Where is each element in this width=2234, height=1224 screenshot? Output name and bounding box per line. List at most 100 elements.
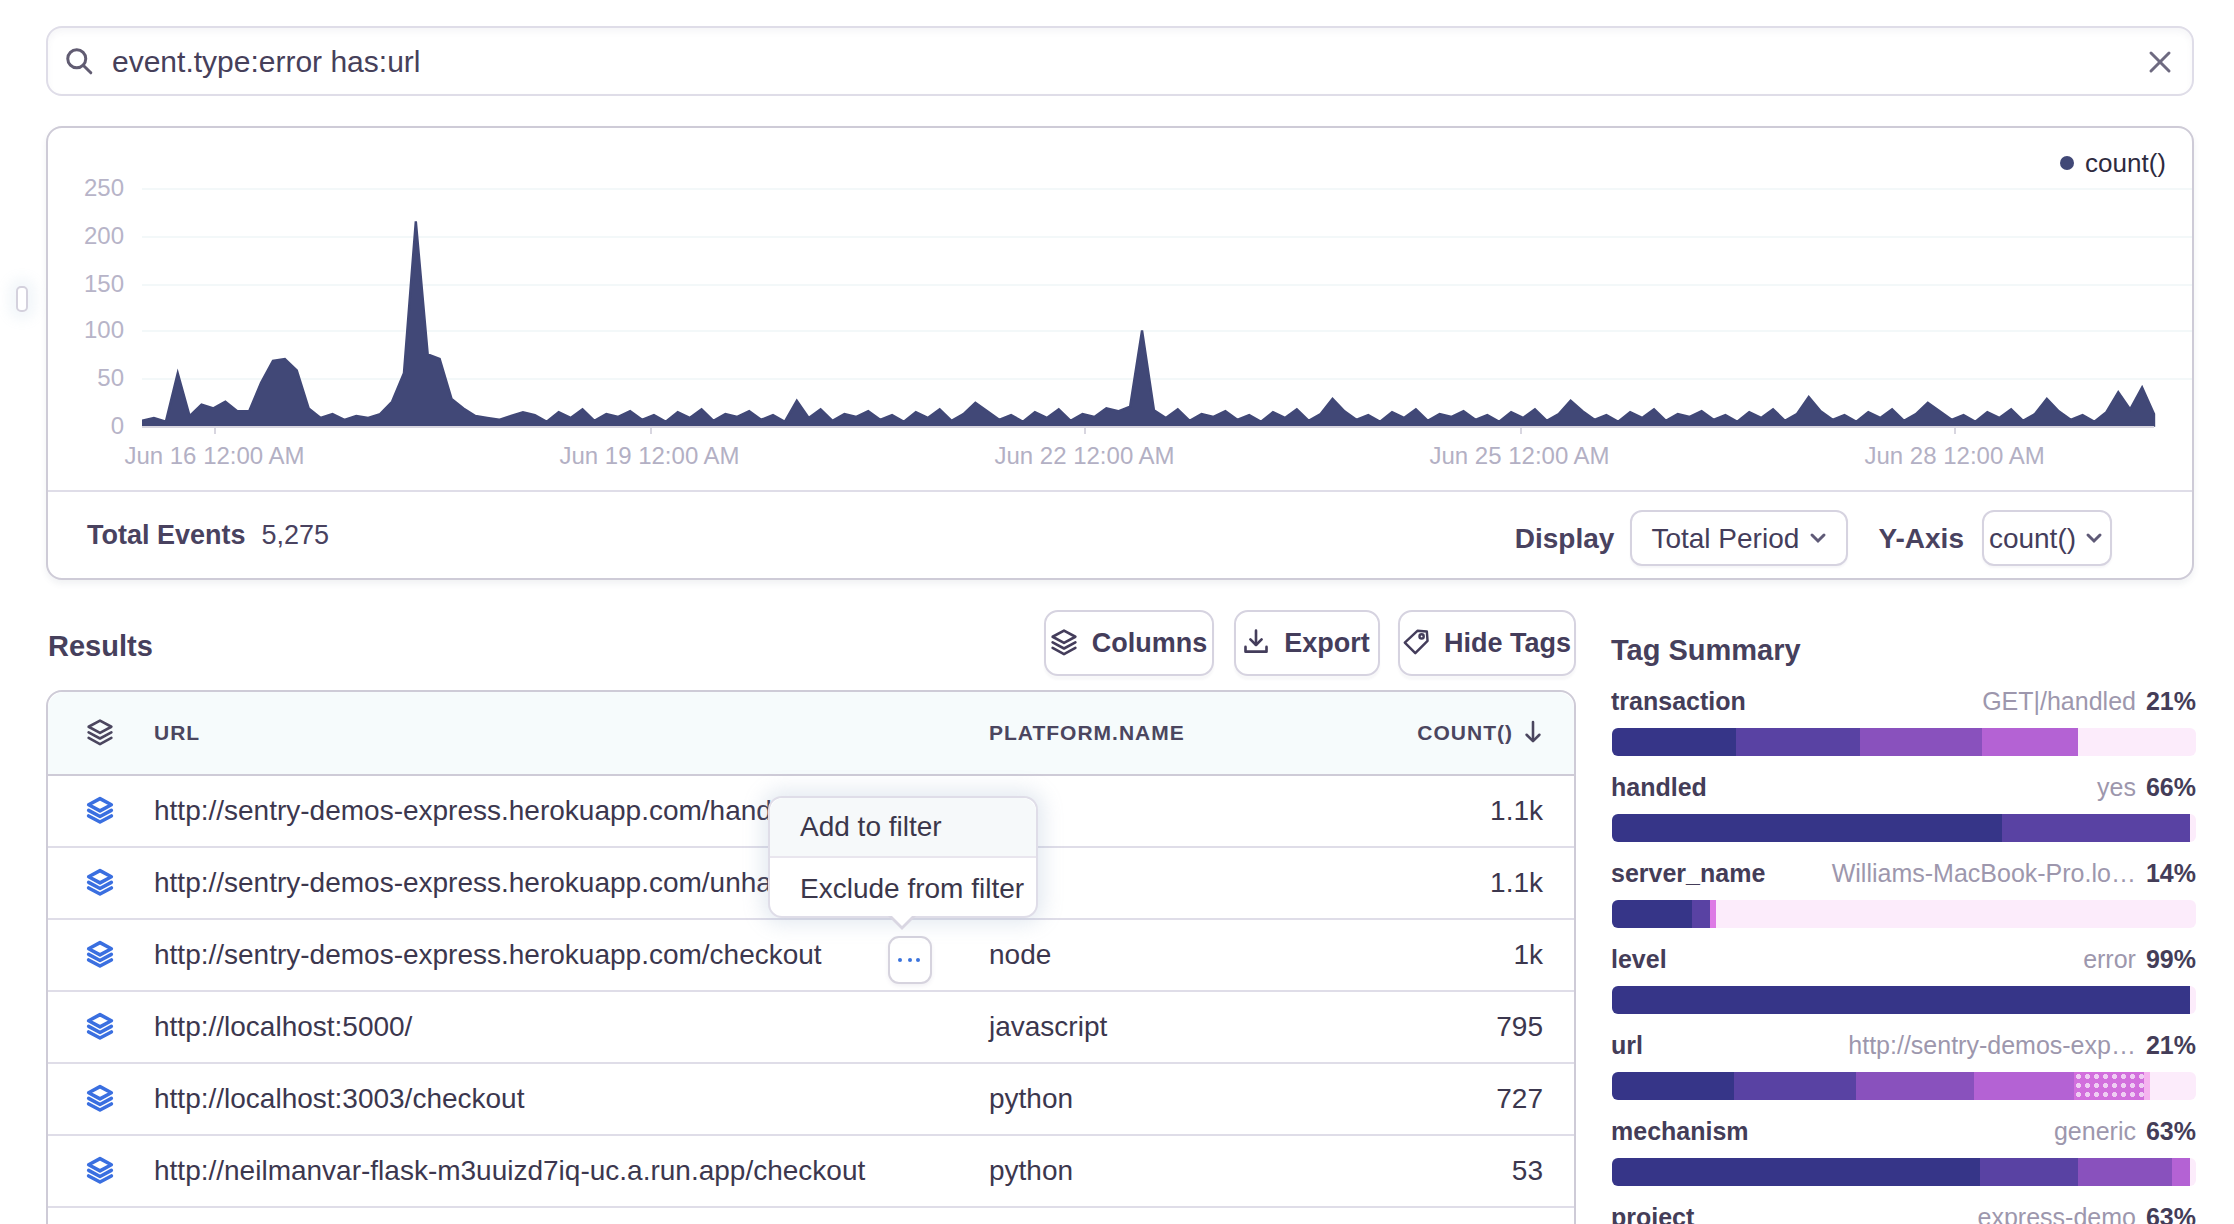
tag-icon: [1402, 628, 1430, 656]
row-actions-button[interactable]: [888, 936, 931, 983]
tag-bar-segment: [1857, 1071, 1974, 1099]
tag-top-pct: 99%: [2146, 946, 2196, 974]
event-area-chart[interactable]: [142, 188, 2192, 428]
tag-top-pct: 63%: [2146, 1118, 2196, 1146]
search-bar[interactable]: event.type:error has:url: [46, 26, 2194, 96]
row-url: http://neilmanvar-flask-m3uuizd7iq-uc.a.…: [154, 1135, 865, 1205]
yaxis-dropdown[interactable]: count(): [1982, 509, 2111, 565]
tag-bar-segment: [2077, 727, 2196, 755]
tag-bar-segment: [1981, 727, 2077, 755]
y-axis-label: 50: [48, 362, 124, 394]
row-url: http://localhost:3003/checkout: [154, 1063, 524, 1133]
tag-top-pct: 14%: [2146, 860, 2196, 888]
tag-bar[interactable]: [1611, 1157, 2196, 1185]
stack-icon: [86, 796, 114, 824]
menu-item-exclude-from-filter[interactable]: Exclude from filter: [770, 858, 1036, 917]
column-header-platform[interactable]: PLATFORM.NAME: [989, 691, 1185, 773]
x-axis-tick: [215, 426, 217, 434]
chart-legend[interactable]: count(): [2059, 148, 2166, 178]
tag-bar-segment: [1974, 1071, 2073, 1099]
tag-top-pct: 66%: [2146, 774, 2196, 802]
results-table: URL PLATFORM.NAME COUNT() http://sentry-…: [46, 689, 1575, 1224]
display-dropdown-value: Total Period: [1651, 521, 1799, 553]
tag-bar-segment: [1716, 899, 2196, 927]
columns-button[interactable]: Columns: [1043, 609, 1214, 675]
dot-icon: [898, 957, 903, 962]
row-count: 1.1k: [1490, 847, 1543, 917]
tag-key: server_name: [1611, 860, 1765, 888]
legend-dot-icon: [2059, 156, 2073, 170]
tag-bar-segment: [1859, 727, 1981, 755]
column-header-count[interactable]: COUNT(): [1417, 691, 1543, 773]
search-input[interactable]: event.type:error has:url: [112, 44, 421, 78]
y-axis-label: 150: [48, 267, 124, 299]
tag-bar-segment: [2173, 1157, 2191, 1185]
row-platform: python: [989, 1135, 1073, 1205]
stack-icon: [86, 1084, 114, 1112]
x-axis-tick: [650, 426, 652, 434]
columns-button-label: Columns: [1092, 627, 1208, 657]
tag-entry-mechanism: mechanism generic 63%: [1611, 1112, 2196, 1185]
table-row[interactable]: http://neilmanvar-flask-m3uuizd7iq-uc.a.…: [48, 1135, 1573, 1207]
total-events-label: Total Events: [87, 520, 246, 550]
tag-entry-url: urlhttp://sentry-demos-exp…21%: [1611, 1026, 2196, 1099]
column-header-url[interactable]: URL: [154, 691, 200, 773]
yaxis-dropdown-value: count(): [1989, 521, 2076, 553]
search-icon: [64, 46, 94, 76]
tag-bar-segment: [1611, 1157, 1980, 1185]
tag-top-pct: 21%: [2146, 688, 2196, 716]
tag-bar-segment: [1611, 727, 1737, 755]
display-dropdown[interactable]: Total Period: [1630, 509, 1848, 565]
tag-top-value: generic: [2054, 1118, 2136, 1146]
y-axis-label: 100: [48, 315, 124, 347]
table-header: URL PLATFORM.NAME COUNT(): [48, 691, 1573, 775]
hide-tags-button[interactable]: Hide Tags: [1398, 609, 1575, 675]
x-axis-tick: [1955, 426, 1957, 434]
tag-bar[interactable]: [1611, 727, 2196, 755]
menu-caret: [888, 915, 916, 929]
row-count: 53: [1512, 1135, 1543, 1205]
chart-panel: 250200150100500 Jun 16 12:00 AMJun 19 12…: [46, 126, 2194, 580]
tag-bar[interactable]: [1611, 899, 2196, 927]
tag-entry-level: levelerror99%: [1611, 940, 2196, 1013]
tag-bar-segment: [2079, 1157, 2173, 1185]
x-axis-label: Jun 25 12:00 AM: [1390, 442, 1650, 472]
export-button[interactable]: Export: [1233, 609, 1379, 675]
tag-bar-segment: [2003, 813, 2190, 841]
results-title: Results: [48, 629, 153, 661]
tag-bar-segment: [2149, 1071, 2196, 1099]
export-button-label: Export: [1284, 627, 1370, 657]
tag-key: level: [1611, 946, 1667, 974]
display-label: Display: [1515, 521, 1615, 553]
sidebar-collapse-handle[interactable]: [15, 286, 27, 312]
total-events-value: 5,275: [262, 520, 330, 550]
tag-bar[interactable]: [1611, 1071, 2196, 1099]
table-row[interactable]: http://localhost:3003/checkoutpython727: [48, 1063, 1573, 1135]
table-row[interactable]: http://sentry-demos-express.herokuapp.co…: [48, 919, 1573, 991]
row-platform: python: [989, 1063, 1073, 1133]
stack-icon: [1050, 628, 1078, 656]
menu-item-add-to-filter[interactable]: Add to filter: [770, 797, 1036, 858]
tag-top-pct: 21%: [2146, 1032, 2196, 1060]
row-url: http://sentry-demos-express.herokuapp.co…: [154, 919, 822, 989]
stack-icon: [86, 940, 114, 968]
tag-entry-server_name: server_nameWilliams-MacBook-Pro.lo…14%: [1611, 854, 2196, 927]
tag-bar-segment: [1734, 1071, 1857, 1099]
tag-entry-transaction: transactionGET|/handled21%: [1611, 682, 2196, 755]
tag-key: url: [1611, 1032, 1643, 1060]
dot-icon: [916, 957, 921, 962]
tag-bar[interactable]: [1611, 813, 2196, 841]
tag-key: mechanism: [1611, 1118, 1749, 1146]
clear-search-icon[interactable]: [2144, 46, 2176, 78]
tag-bar-segment: [2073, 1071, 2143, 1099]
row-url: http://sentry-demos-express.herokuapp.co…: [154, 775, 809, 845]
tag-bar[interactable]: [1611, 985, 2196, 1013]
tag-bar-segment: [1611, 1071, 1734, 1099]
chevron-down-icon: [2084, 527, 2104, 547]
table-row[interactable]: http://localhost:5000/javascript795: [48, 991, 1573, 1063]
edit-columns-icon[interactable]: [86, 718, 114, 746]
x-axis-label: Jun 28 12:00 AM: [1825, 442, 2085, 472]
row-count: 1k: [1513, 919, 1543, 989]
chevron-down-icon: [1807, 527, 1827, 547]
sort-desc-icon: [1521, 720, 1543, 744]
